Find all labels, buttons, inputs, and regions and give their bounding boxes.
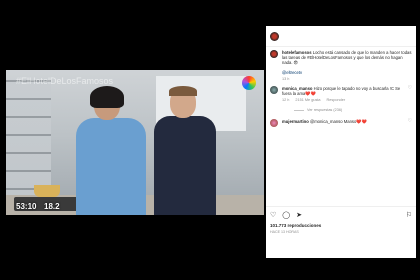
video-watermark: #ElHotelDeLosFamosos bbox=[16, 75, 114, 86]
comment-text: @monica_manso Manso❤️❤️ bbox=[309, 118, 367, 124]
video-scene-pot bbox=[34, 184, 60, 197]
comment-age: 12 h bbox=[282, 98, 290, 103]
post-modal: #ElHotelDeLosFamosos 53:10 18.2 hotelefa… bbox=[4, 26, 416, 258]
send-icon[interactable]: ➤ bbox=[296, 211, 302, 219]
comment-reply-button[interactable]: Responder bbox=[327, 98, 346, 103]
video-person-woman bbox=[76, 85, 146, 215]
comment-icon[interactable]: ◯ bbox=[282, 211, 290, 219]
channel-logo-icon bbox=[242, 75, 256, 90]
heart-icon[interactable]: ♡ bbox=[270, 211, 276, 219]
view-replies-button[interactable]: Ver respuestas (236) bbox=[294, 108, 412, 113]
comment-like-heart-icon[interactable]: ♡ bbox=[408, 118, 412, 127]
video-player[interactable]: #ElHotelDeLosFamosos 53:10 18.2 bbox=[6, 69, 264, 215]
post-footer: ♡ ◯ ➤ ⚐ 101.773 reproducciones HACE 13 H… bbox=[266, 206, 416, 258]
comment-row: mujermartino @monica_manso Manso❤️❤️ ♡ bbox=[270, 118, 412, 127]
comments-list[interactable]: hotelefamosos Locho está cansado de que … bbox=[266, 47, 416, 206]
comment-row: monica_manso Hizo porque le tapado no vo… bbox=[270, 85, 412, 104]
caption-mention[interactable]: @eltrecetv bbox=[282, 70, 412, 75]
replies-divider bbox=[294, 109, 304, 111]
post-media: #ElHotelDeLosFamosos 53:10 18.2 bbox=[4, 26, 266, 258]
view-replies-label: Ver respuestas (236) bbox=[307, 107, 343, 112]
comment-author[interactable]: mujermartino bbox=[282, 119, 309, 124]
comment-like-heart-icon[interactable]: ♡ bbox=[408, 85, 412, 104]
video-time-bug: 53:10 bbox=[16, 201, 37, 211]
post-date: HACE 13 HORAS bbox=[270, 230, 299, 234]
caption-age: 13 h bbox=[282, 76, 290, 81]
video-scene-shelf bbox=[6, 79, 51, 200]
post-header bbox=[266, 26, 416, 47]
bookmark-icon[interactable]: ⚐ bbox=[406, 211, 412, 219]
caption-row: hotelefamosos Locho está cansado de que … bbox=[270, 50, 412, 82]
video-temp-bug: 18.2 bbox=[44, 201, 60, 211]
post-side-panel: hotelefamosos Locho está cansado de que … bbox=[266, 26, 416, 258]
post-actions: ♡ ◯ ➤ ⚐ bbox=[270, 211, 412, 219]
author-avatar[interactable] bbox=[270, 31, 279, 41]
commenter-avatar[interactable] bbox=[270, 118, 278, 127]
view-count: 101.773 reproducciones bbox=[270, 223, 322, 228]
author-avatar-small[interactable] bbox=[270, 50, 278, 58]
commenter-avatar[interactable] bbox=[270, 86, 278, 95]
comment-likes[interactable]: 2151 Me gusta bbox=[295, 98, 320, 103]
video-person-man bbox=[154, 85, 216, 215]
